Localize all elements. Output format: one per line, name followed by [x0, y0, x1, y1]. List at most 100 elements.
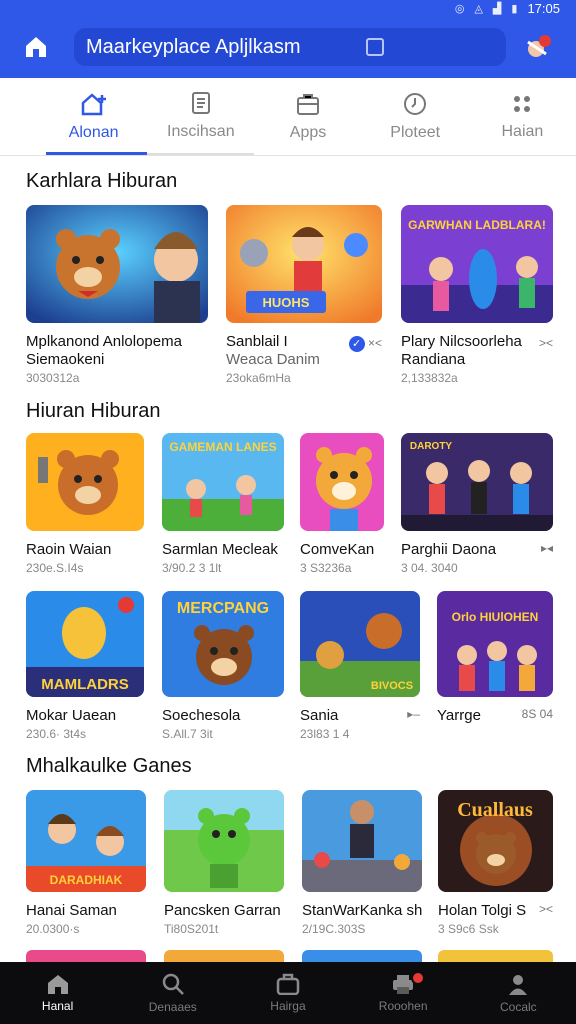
app-meta: ▸◂	[540, 541, 553, 555]
app-stats: 230e.S.I4s	[26, 561, 84, 575]
app-stats: 3 S3236a	[300, 561, 352, 575]
notification-badge	[411, 971, 426, 985]
app-thumbnail	[300, 433, 384, 531]
app-stats: 230.6· 3t4s	[26, 727, 87, 741]
thumb-text: GARWHAN LADBLARA!	[408, 218, 546, 232]
nav-item-search[interactable]: Denaaes	[123, 972, 223, 1014]
app-meta: ✓ ×<	[348, 336, 382, 352]
app-title: Pancsken Garran	[164, 902, 281, 919]
app-title-line2: Randiana	[401, 351, 466, 368]
avatar[interactable]	[524, 32, 554, 62]
thumb-text: Cuallaus	[457, 799, 533, 821]
tab-label: Apps	[289, 123, 327, 141]
nav-item-hairga[interactable]: Hairga	[238, 973, 338, 1013]
briefcase-icon	[276, 973, 300, 995]
app-card[interactable]: GARWHAN LADBLARA! Plary Nilcsoorleha Ran…	[401, 205, 553, 385]
app-card[interactable]: BIVOCS Sania 23l83 1 4 ▸–	[300, 591, 420, 741]
home-button[interactable]	[16, 27, 56, 67]
clock-icon	[404, 92, 427, 115]
app-thumbnail: GARWHAN LADBLARA!	[401, 205, 553, 323]
app-thumbnail: DARADHIAK	[26, 790, 146, 892]
document-icon	[191, 91, 210, 114]
verified-icon: ✓	[348, 336, 365, 352]
edit-icon[interactable]	[366, 38, 384, 56]
app-thumbnail: MAMLADRS	[26, 591, 144, 697]
tab-haian[interactable]: Haian	[469, 78, 576, 155]
app-meta: ><	[538, 902, 553, 916]
nav-label: Hairga	[270, 999, 306, 1013]
app-card[interactable]: Raoin Waian 230e.S.I4s	[26, 433, 144, 575]
battery-icon: ▮	[511, 2, 518, 15]
nav-label: Hanal	[41, 999, 74, 1013]
section-title: Mhalkaulke Ganes	[26, 755, 192, 777]
wifi-icon: ◬	[474, 2, 483, 15]
app-stats: 3/90.2 3 1lt	[162, 561, 222, 575]
app-card[interactable]: DAROTY Parghii Daona 3 04. 3040 ▸◂	[401, 433, 553, 575]
thumb-text: GAMEMAN LANES	[169, 440, 276, 454]
tab-inscihsan[interactable]: Inscihsan	[147, 78, 255, 155]
app-meta: 8S 04	[521, 707, 553, 721]
app-card[interactable]: StanWarKanka sh 2/19C.303S	[302, 790, 422, 936]
tab-ploteet[interactable]: Ploteet	[362, 78, 469, 155]
app-card[interactable]: Pancsken Garran Ti80S201t	[164, 790, 284, 936]
alarm-icon: ◎	[454, 2, 465, 15]
app-meta: ▸–	[407, 707, 420, 721]
nav-item-home[interactable]: Hanal	[8, 973, 108, 1013]
app-card[interactable]: ComveKan 3 S3236a	[300, 433, 384, 575]
app-title: Mplkanond Anlolopema	[26, 333, 182, 350]
app-stats: Ti80S201t	[164, 922, 219, 936]
section-title: Karhlara Hiburan	[26, 170, 178, 192]
app-card[interactable]: MERCPANG Soechesola S.All.7 3it	[162, 591, 284, 741]
app-stats: S.All.7 3it	[162, 727, 213, 741]
search-input[interactable]: Maarkeyplace Apljlkasm	[74, 28, 506, 66]
app-card[interactable]: HUOHS Sanblail I Weaca Danim 23oka6mHa ✓…	[226, 205, 382, 385]
app-stats: 2/19C.303S	[302, 922, 366, 936]
app-card[interactable]: Mplkanond Anlolopema Siemaokeni 3030312a	[26, 205, 208, 385]
app-card[interactable]: DARADHIAK Hanai Saman 20.0300·s	[26, 790, 146, 936]
nav-label: Cocalc	[500, 1000, 537, 1014]
tab-home[interactable]: Alonan	[40, 78, 148, 155]
app-card[interactable]: GAMEMAN LANES Sarmlan Mecleak 3/90.2 3 1…	[162, 433, 284, 575]
meta-text: ×<	[367, 336, 382, 350]
grid-icon	[514, 95, 531, 112]
app-stats: 2,133832a	[401, 371, 458, 385]
category-tabs: Alonan Inscihsan Apps Ploteet Haian	[0, 78, 576, 156]
nav-label: Denaaes	[148, 1000, 197, 1014]
app-title: Mokar Uaean	[26, 707, 117, 724]
app-title: Hanai Saman	[26, 902, 117, 919]
app-title: Holan Tolgi S	[438, 902, 527, 919]
thumb-text: Orlo HIUlOHEN	[452, 610, 539, 624]
app-bar: Maarkeyplace Apljlkasm	[0, 16, 576, 78]
person-icon	[509, 975, 528, 995]
thumb-text: BIVOCS	[371, 680, 413, 692]
thumb-text: DARADHIAK	[50, 873, 123, 887]
tab-label: Ploteet	[390, 123, 441, 141]
signal-icon: ▟	[492, 2, 502, 15]
tab-label: Alonan	[68, 123, 119, 141]
app-card[interactable]: Orlo HIUlOHEN Yarrge 8S 04	[437, 591, 553, 727]
avatar-icon	[527, 35, 551, 57]
app-title-line2: Siemaokeni	[26, 351, 105, 368]
status-time: 17:05	[527, 0, 560, 16]
app-meta: ><	[538, 336, 553, 350]
app-thumbnail: DAROTY	[401, 433, 553, 531]
nav-item-rooohen[interactable]: Rooohen	[353, 971, 453, 1013]
app-thumbnail: Orlo HIUlOHEN	[437, 591, 553, 697]
next-row-thumbnail	[26, 950, 146, 962]
app-title: Soechesola	[162, 707, 241, 724]
status-bar: ◎ ◬ ▟ ▮ 17:05	[0, 0, 576, 16]
app-thumbnail	[164, 790, 284, 892]
nav-item-cocalc[interactable]: Cocalc	[468, 972, 568, 1014]
search-icon	[162, 973, 184, 995]
app-card[interactable]: Cuallaus Holan Tolgi S 3 S9c6 Ssk ><	[438, 790, 553, 936]
app-card[interactable]: MAMLADRS Mokar Uaean 230.6· 3t4s	[26, 591, 144, 741]
app-thumbnail	[26, 433, 144, 531]
thumb-text: MERCPANG	[177, 600, 269, 617]
app-title: Plary Nilcsoorleha	[401, 333, 522, 350]
tab-label: Inscihsan	[167, 122, 235, 140]
app-thumbnail: BIVOCS	[300, 591, 420, 697]
app-title: ComveKan	[300, 541, 375, 558]
app-thumbnail: MERCPANG	[162, 591, 284, 697]
app-title-line2: Weaca Danim	[226, 351, 320, 368]
tab-apps[interactable]: Apps	[254, 78, 361, 155]
